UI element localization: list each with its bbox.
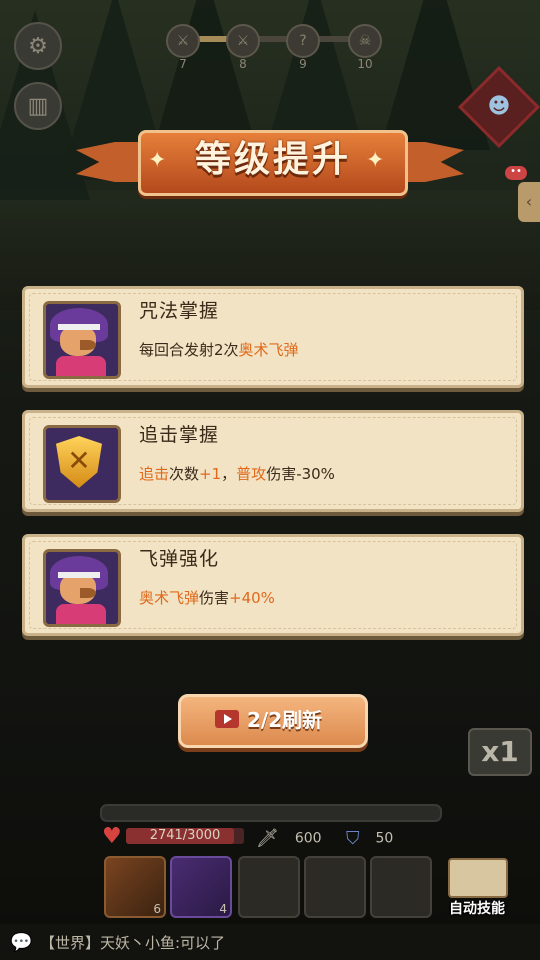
skill-name: 追击掌握 [139,424,220,446]
desc-text: 次数 [169,465,200,483]
chat-bar[interactable]: 💬 【世界】天妖丶小鱼:可以了 [0,924,540,960]
desc-text: 每回合发射2次 [139,341,239,359]
refresh-label: 2/2刷新 [247,708,323,732]
defense-value: 50 [375,830,394,847]
level-up-banner: ✦ ✦ 等级提升 [76,128,464,196]
crossed-swords-icon: ⚔ [176,33,190,49]
chat-message: 【世界】天妖丶小鱼:可以了 [40,934,226,952]
slot-count: 6 [153,902,161,916]
highlight-text: 奥术飞弹 [139,589,200,607]
hp-display: ♥ 2741/3000 [102,824,252,849]
page-title: 等级提升 [194,139,351,180]
shield-icon: ⛉ [346,828,360,849]
stage-node-9: ? 9 [286,24,320,71]
stage-node-8: ⚔ 8 [226,24,260,71]
desc-text: 伤害-30% [266,465,335,483]
equipment-slot[interactable]: 6 [104,856,166,918]
settings-button[interactable]: ⚙ [14,22,62,70]
stage-number: 9 [299,57,307,71]
stage-node-7: ⚔ 7 [166,24,200,71]
skill-name: 咒法掌握 [139,300,220,322]
experience-bar [100,804,442,822]
skill-card-spell-mastery[interactable]: 咒法掌握 每回合发射2次奥术飞弹 [22,286,524,388]
skill-portrait-icon [43,549,121,627]
book-icon [448,858,508,898]
skull-icon: ☠ [358,33,372,49]
stats-button[interactable]: ▥ [14,82,62,130]
crossed-swords-icon: ⚔ [236,33,250,49]
chat-bubble-icon: 💬 [10,932,33,953]
equipment-slot[interactable] [370,856,432,918]
skill-description: 每回合发射2次奥术飞弹 [139,339,299,360]
speed-toggle-button[interactable]: x1 [468,728,532,776]
heart-icon: ♥ [102,824,122,849]
desc-text: 伤害 [199,589,230,607]
highlight-text: 奥术飞弹 [238,341,299,359]
chevron-left-icon: ‹ [525,192,533,211]
equipment-slot[interactable] [238,856,300,918]
boss-portrait-icon: ☻ [487,94,511,119]
stage-number: 8 [239,57,247,71]
defense-stat: ⛉ 50 [346,828,393,849]
stage-node-10: ☠ 10 [348,24,382,71]
slot-count: 4 [219,902,227,916]
stage-number: 10 [357,57,373,71]
question-icon: ? [299,33,307,49]
skill-card-pursuit-mastery[interactable]: ✕ 追击掌握 追击次数+1，普攻伤害-30% [22,410,524,512]
highlight-text: +1 [199,465,222,483]
attack-value: 600 [294,830,322,847]
highlight-text: 普攻 [236,465,267,483]
notification-badge: •• [505,166,527,180]
skill-name: 飞弹强化 [139,548,220,570]
skill-description: 奥术飞弹伤害+40% [139,587,275,608]
sword-icon: 🗡 [256,828,279,849]
bar-chart-icon: ▥ [27,93,49,119]
auto-skill-label: 自动技能 [449,901,505,917]
skill-card-missile-boost[interactable]: 飞弹强化 奥术飞弹伤害+40% [22,534,524,636]
desc-text: ， [221,465,237,483]
highlight-text: +40% [229,589,275,607]
stage-progress: ⚔ 7 ⚔ 8 ? 9 ☠ 10 [160,22,385,71]
side-panel-tab[interactable]: ‹ [518,182,540,222]
gold-shield-icon: ✕ [43,425,121,503]
skill-portrait-icon [43,301,121,379]
attack-stat: 🗡 600 [256,828,322,849]
video-ad-icon [215,710,239,728]
gear-icon: ⚙ [28,33,48,59]
stage-number: 7 [179,57,187,71]
equipment-slot[interactable] [304,856,366,918]
refresh-button[interactable]: 2/2刷新 [178,694,368,748]
skill-description: 追击次数+1，普攻伤害-30% [139,463,335,484]
equipment-slot[interactable]: 4 [170,856,232,918]
highlight-text: 追击 [139,465,170,483]
auto-skill-button[interactable]: 自动技能 [440,858,510,920]
hp-text: 2741/3000 [149,828,221,843]
